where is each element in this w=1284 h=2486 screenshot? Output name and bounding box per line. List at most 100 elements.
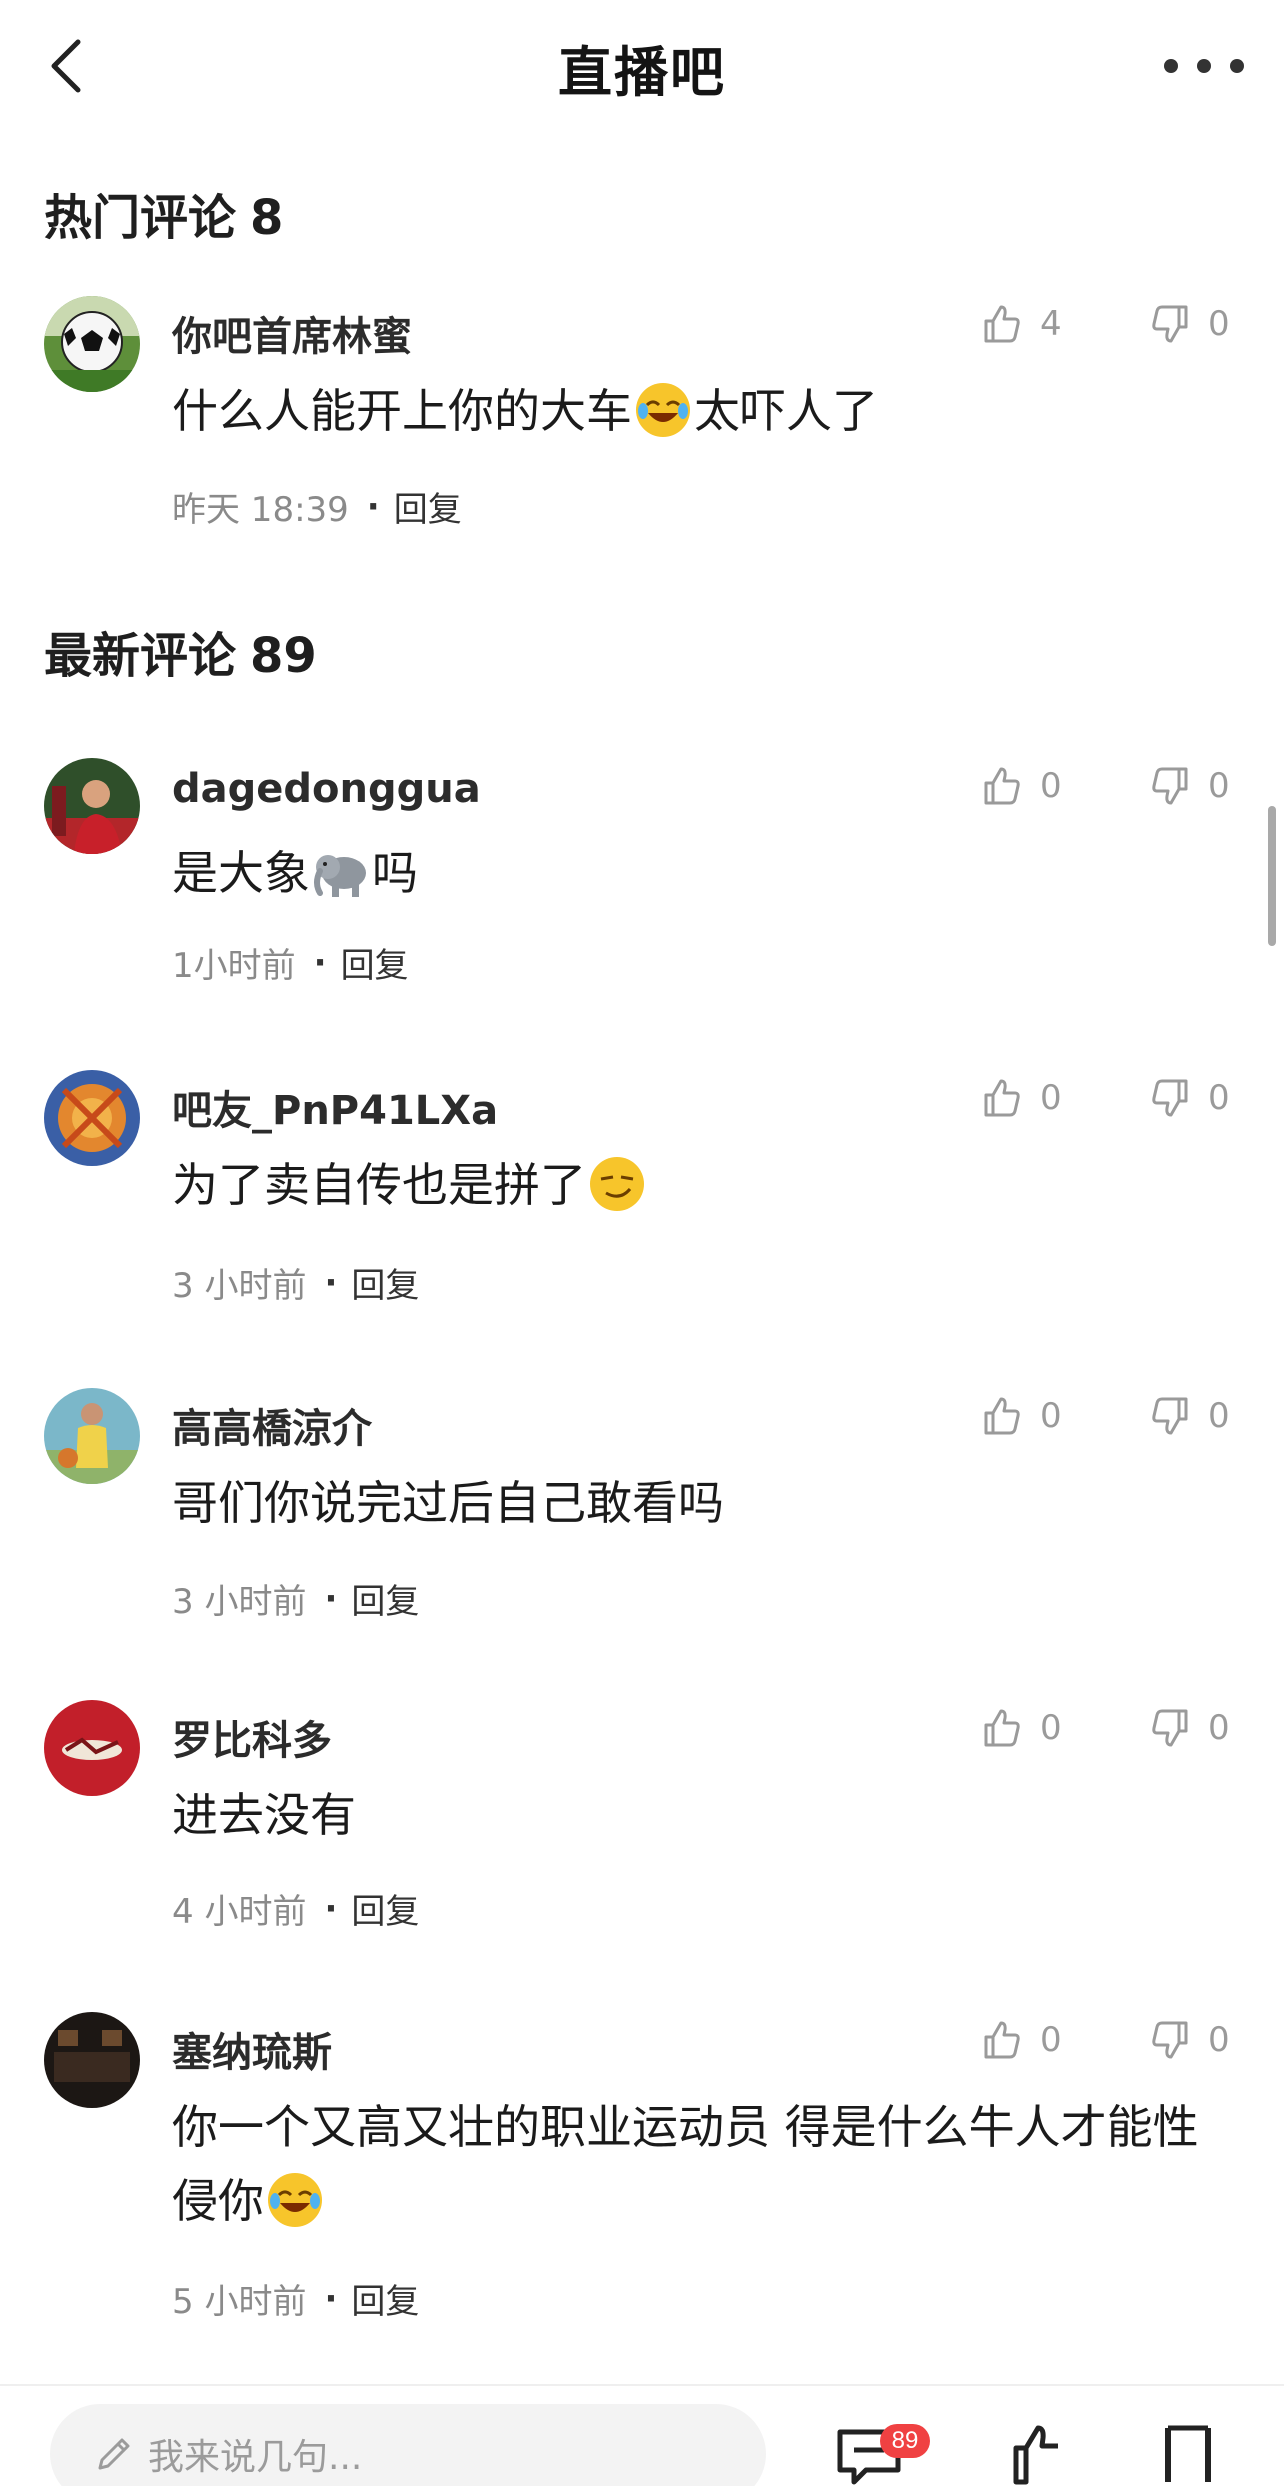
username[interactable]: 吧友_PnP41LXa xyxy=(172,1078,498,1136)
like-button[interactable]: 0 xyxy=(982,1070,1062,1126)
thumbs-down-icon xyxy=(1152,1397,1188,1435)
comment-text-part: 哥们你说完过后自己敢看吗 xyxy=(172,1476,724,1530)
reply-button[interactable]: 回复 xyxy=(394,482,462,531)
hot-comments-count: 8 xyxy=(250,190,284,246)
comment-text-part: 你一个又高又壮的职业运动员 得是什么牛人才能性侵你 xyxy=(172,2100,1199,2228)
username[interactable]: 你吧首席林蜜 xyxy=(172,304,412,362)
dislike-button[interactable]: 0 xyxy=(1150,1070,1230,1126)
laugh-cry-emoji xyxy=(268,2173,322,2227)
dislike-count: 0 xyxy=(1208,766,1230,806)
player-red-avatar xyxy=(44,758,140,854)
dislike-button[interactable]: 0 xyxy=(1150,1388,1230,1444)
page-title: 直播吧 xyxy=(558,41,726,104)
avatar[interactable] xyxy=(44,1388,140,1484)
laugh-cry-emoji xyxy=(636,383,690,437)
more-dots-icon xyxy=(1164,59,1178,73)
red-logo-avatar xyxy=(44,1700,140,1796)
comment-text-part: 为了卖自传也是拼了 xyxy=(172,1158,586,1212)
thumbs-up-icon xyxy=(984,767,1020,805)
comment-text-part: 是大象 xyxy=(172,846,310,900)
like-count: 4 xyxy=(1040,304,1062,344)
thumbs-up-icon xyxy=(984,1709,1020,1747)
dislike-count: 0 xyxy=(1208,1396,1230,1436)
comment-text: 哥们你说完过后自己敢看吗 xyxy=(172,1466,1242,1540)
thumbs-up-icon xyxy=(984,305,1020,343)
like-count: 0 xyxy=(1040,1396,1062,1436)
thumbs-down-icon xyxy=(1152,1709,1188,1747)
comment-text-part: 什么人能开上你的大车 xyxy=(172,384,632,438)
latest-comments-header: 最新评论 89 xyxy=(44,616,317,686)
dislike-button[interactable]: 0 xyxy=(1150,1700,1230,1756)
comment-text: 你一个又高又壮的职业运动员 得是什么牛人才能性侵你 xyxy=(172,2090,1242,2238)
username[interactable]: 罗比科多 xyxy=(172,1708,332,1766)
comment-meta: 3 小时前 · 回复 xyxy=(172,1574,419,1623)
comment-input[interactable]: 我来说几句... xyxy=(50,2404,766,2486)
avatar[interactable] xyxy=(44,2012,140,2108)
hot-comments-header: 热门评论 8 xyxy=(44,178,283,248)
username[interactable]: 高高橋涼介 xyxy=(172,1396,372,1454)
more-options-button[interactable] xyxy=(1164,44,1244,88)
like-button[interactable]: 4 xyxy=(982,296,1062,352)
comment-time: 4 小时前 xyxy=(172,1892,307,1932)
like-button[interactable]: 0 xyxy=(982,758,1062,814)
dislike-count: 0 xyxy=(1208,2020,1230,2060)
comment-text: 进去没有 xyxy=(172,1778,1242,1852)
comment-text: 是大象 吗 xyxy=(172,836,1242,910)
smirk-emoji xyxy=(590,1157,644,1211)
comment-text: 为了卖自传也是拼了 xyxy=(172,1148,1242,1222)
bottom-bar-divider xyxy=(0,2384,1284,2386)
scrollbar-thumb[interactable] xyxy=(1268,806,1276,946)
top-bar: 直播吧 xyxy=(0,0,1284,132)
comment-time: 3 小时前 xyxy=(172,1582,307,1622)
thumbs-up-icon xyxy=(984,1079,1020,1117)
soccer-ball-avatar xyxy=(44,296,140,392)
comment-text-part: 吗 xyxy=(372,846,418,900)
reply-button[interactable]: 回复 xyxy=(341,938,409,987)
thumbs-down-icon xyxy=(1152,1079,1188,1117)
comment-meta: 1小时前 · 回复 xyxy=(172,938,409,987)
dislike-count: 0 xyxy=(1208,1708,1230,1748)
comment-meta: 4 小时前 · 回复 xyxy=(172,1884,419,1933)
thumbs-down-icon xyxy=(1152,2021,1188,2059)
like-button[interactable]: 0 xyxy=(982,1700,1062,1756)
comment-text-part: 太吓人了 xyxy=(694,384,878,438)
dislike-button[interactable]: 0 xyxy=(1150,296,1230,352)
comment-input-placeholder: 我来说几句... xyxy=(148,2437,363,2478)
reply-button[interactable]: 回复 xyxy=(351,1884,419,1933)
avatar[interactable] xyxy=(44,1700,140,1796)
comment-count-badge: 89 xyxy=(880,2424,930,2458)
username[interactable]: 塞纳琉斯 xyxy=(172,2020,332,2078)
dislike-count: 0 xyxy=(1208,304,1230,344)
comment-time: 1小时前 xyxy=(172,946,296,986)
comment-meta: 3 小时前 · 回复 xyxy=(172,1258,419,1307)
dark-room-avatar xyxy=(44,2012,140,2108)
dislike-button[interactable]: 0 xyxy=(1150,758,1230,814)
thumbs-down-icon xyxy=(1152,305,1188,343)
thumbs-down-icon xyxy=(1152,767,1188,805)
orange-abstract-avatar xyxy=(44,1070,140,1166)
latest-comments-count: 89 xyxy=(250,628,317,684)
like-count: 0 xyxy=(1040,2020,1062,2060)
comment-time: 昨天 18:39 xyxy=(172,490,349,530)
reply-button[interactable]: 回复 xyxy=(351,2274,419,2323)
username[interactable]: dagedonggua xyxy=(172,766,481,812)
like-count: 0 xyxy=(1040,1708,1062,1748)
bookmark-icon[interactable] xyxy=(1160,2424,1216,2486)
comment-time: 5 小时前 xyxy=(172,2282,307,2322)
avatar[interactable] xyxy=(44,1070,140,1166)
comment-text: 什么人能开上你的大车 太吓人了 xyxy=(172,374,1242,448)
thumbs-up-icon xyxy=(984,1397,1020,1435)
dislike-count: 0 xyxy=(1208,1078,1230,1118)
like-button[interactable]: 0 xyxy=(982,2012,1062,2068)
avatar[interactable] xyxy=(44,296,140,392)
elephant-emoji xyxy=(314,855,366,897)
like-icon[interactable] xyxy=(1010,2424,1066,2486)
like-count: 0 xyxy=(1040,1078,1062,1118)
reply-button[interactable]: 回复 xyxy=(351,1574,419,1623)
like-button[interactable]: 0 xyxy=(982,1388,1062,1444)
latest-comments-label: 最新评论 xyxy=(44,628,237,684)
reply-button[interactable]: 回复 xyxy=(351,1258,419,1307)
like-count: 0 xyxy=(1040,766,1062,806)
dislike-button[interactable]: 0 xyxy=(1150,2012,1230,2068)
avatar[interactable] xyxy=(44,758,140,854)
